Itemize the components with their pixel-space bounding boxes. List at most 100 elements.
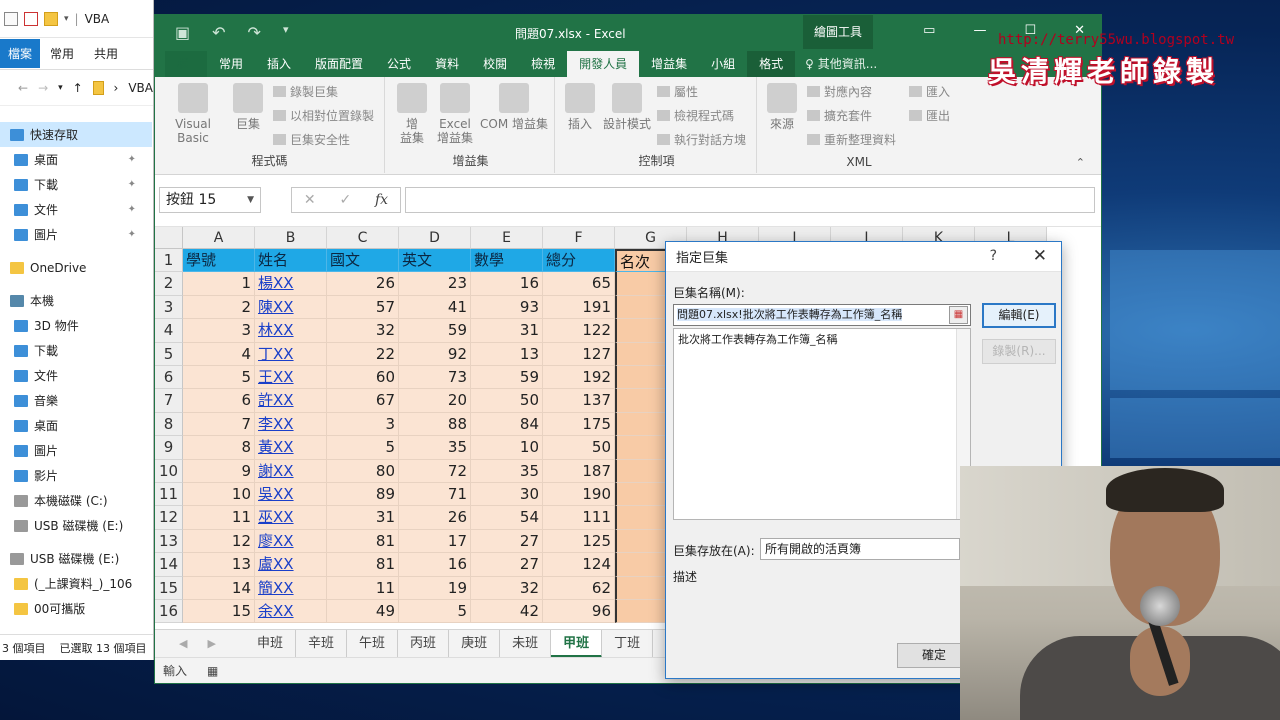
tab-view[interactable]: 檢視 — [519, 51, 567, 77]
table-cell[interactable]: 88 — [399, 412, 471, 437]
header-cell[interactable]: 姓名 — [255, 249, 327, 273]
name-box[interactable]: 按鈕 15 ▼ — [159, 187, 261, 213]
table-cell[interactable]: 15 — [183, 600, 255, 623]
name-hyperlink-cell[interactable]: 黃XX — [255, 436, 327, 460]
table-cell[interactable]: 73 — [399, 366, 471, 390]
visual-basic-button[interactable]: Visual Basic — [161, 83, 225, 145]
nav-item-documents-pc[interactable]: 文件 — [0, 363, 152, 388]
table-cell[interactable]: 30 — [471, 483, 543, 507]
new-folder-icon[interactable] — [44, 11, 58, 26]
sheet-tab[interactable]: 丙班 — [398, 629, 450, 658]
macro-security-button[interactable]: 巨集安全性 — [273, 131, 350, 148]
table-cell[interactable]: 80 — [327, 459, 399, 483]
sheet-tab-active[interactable]: 甲班 — [551, 629, 603, 658]
table-cell[interactable]: 50 — [543, 436, 615, 460]
tab-format[interactable]: 格式 — [747, 51, 796, 77]
sheet-tab[interactable]: 丁班 — [602, 629, 654, 658]
tab-home[interactable]: 常用 — [207, 51, 255, 77]
column-header[interactable]: A — [183, 227, 255, 249]
table-cell[interactable]: 65 — [543, 272, 615, 296]
table-cell[interactable]: 81 — [327, 529, 399, 554]
table-cell[interactable]: 187 — [543, 459, 615, 483]
properties-icon[interactable] — [4, 11, 18, 26]
table-cell[interactable]: 125 — [543, 529, 615, 554]
nav-item-3d-objects[interactable]: 3D 物件 — [0, 313, 152, 338]
table-cell[interactable]: 92 — [399, 342, 471, 366]
table-cell[interactable]: 41 — [399, 295, 471, 320]
list-item[interactable]: 批次將工作表轉存為工作簿_名稱 — [678, 331, 966, 347]
table-cell[interactable]: 12 — [183, 529, 255, 554]
table-cell[interactable]: 59 — [471, 366, 543, 390]
table-cell[interactable]: 27 — [471, 553, 543, 577]
macro-list[interactable]: 批次將工作表轉存為工作簿_名稱 — [673, 328, 971, 520]
name-hyperlink-cell[interactable]: 王XX — [255, 366, 327, 390]
nav-item-usb-e-root[interactable]: USB 磁碟機 (E:) — [0, 546, 152, 571]
export-button[interactable]: 匯出 — [909, 107, 950, 124]
macro-recording-icon[interactable]: ▦ — [207, 664, 218, 678]
table-cell[interactable]: 175 — [543, 412, 615, 437]
name-hyperlink-cell[interactable]: 陳XX — [255, 295, 327, 320]
nav-item-this-pc[interactable]: 本機 — [0, 288, 152, 313]
view-code-button[interactable]: 檢視程式碼 — [657, 107, 734, 124]
table-cell[interactable]: 96 — [543, 600, 615, 623]
table-cell[interactable]: 84 — [471, 412, 543, 437]
tab-addins[interactable]: 增益集 — [639, 51, 699, 77]
sheet-tab[interactable]: 辛班 — [296, 629, 348, 658]
table-cell[interactable]: 26 — [399, 506, 471, 530]
row-header[interactable]: 16 — [155, 600, 183, 623]
save-icon[interactable]: ▣ — [175, 23, 190, 42]
tab-review[interactable]: 校閱 — [471, 51, 519, 77]
row-header[interactable]: 4 — [155, 319, 183, 343]
up-arrow-icon[interactable]: ↑ — [73, 81, 83, 95]
chevron-down-icon[interactable]: ▾ — [58, 83, 63, 93]
expansion-packs-button[interactable]: 擴充套件 — [807, 107, 872, 124]
table-cell[interactable]: 32 — [327, 319, 399, 343]
nav-item-desktop-pc[interactable]: 桌面 — [0, 413, 152, 438]
column-header[interactable]: C — [327, 227, 399, 249]
table-cell[interactable]: 32 — [471, 576, 543, 600]
table-cell[interactable]: 31 — [471, 319, 543, 343]
table-cell[interactable]: 14 — [183, 576, 255, 600]
table-cell[interactable]: 4 — [183, 342, 255, 366]
cancel-icon[interactable]: ✕ — [304, 192, 316, 208]
header-cell[interactable]: 國文 — [327, 249, 399, 273]
row-header[interactable]: 8 — [155, 412, 183, 437]
record-button[interactable]: 錄製(R)... — [982, 339, 1056, 364]
table-cell[interactable]: 89 — [327, 483, 399, 507]
sheet-tab[interactable]: 申班 — [245, 629, 297, 658]
column-header[interactable]: B — [255, 227, 327, 249]
table-cell[interactable]: 6 — [183, 389, 255, 413]
store-in-select[interactable]: 所有開啟的活頁簿 — [760, 538, 960, 560]
properties-button[interactable]: 屬性 — [657, 83, 698, 100]
row-header[interactable]: 9 — [155, 436, 183, 460]
tab-insert[interactable]: 插入 — [255, 51, 303, 77]
table-cell[interactable]: 13 — [183, 553, 255, 577]
nav-item-usb-e[interactable]: USB 磁碟機 (E:) — [0, 513, 152, 538]
table-cell[interactable]: 62 — [543, 576, 615, 600]
explorer-tab-home[interactable]: 常用 — [40, 39, 84, 68]
table-cell[interactable]: 81 — [327, 553, 399, 577]
name-hyperlink-cell[interactable]: 謝XX — [255, 459, 327, 483]
nav-item-quick-access[interactable]: 快速存取 — [0, 122, 152, 147]
nav-item-pictures-pc[interactable]: 圖片 — [0, 438, 152, 463]
row-header[interactable]: 12 — [155, 506, 183, 530]
column-header[interactable]: D — [399, 227, 471, 249]
collapse-dialog-icon[interactable]: ▦ — [949, 306, 968, 324]
nav-item-class-materials[interactable]: (_上課資料_)_106 — [0, 571, 152, 596]
row-header[interactable]: 11 — [155, 483, 183, 507]
minimize-icon[interactable]: — — [973, 23, 986, 38]
table-cell[interactable]: 1 — [183, 272, 255, 296]
tab-data[interactable]: 資料 — [423, 51, 471, 77]
edit-button[interactable]: 編輯(E) — [982, 303, 1056, 328]
table-cell[interactable]: 111 — [543, 506, 615, 530]
row-header[interactable]: 13 — [155, 529, 183, 554]
enter-icon[interactable]: ✓ — [339, 192, 351, 208]
tell-me-search[interactable]: ♀ 其他資訊... — [805, 51, 877, 77]
table-cell[interactable]: 191 — [543, 295, 615, 320]
name-hyperlink-cell[interactable]: 林XX — [255, 319, 327, 343]
redo-icon[interactable]: ↷ — [248, 23, 261, 42]
table-cell[interactable]: 93 — [471, 295, 543, 320]
refresh-data-button[interactable]: 重新整理資料 — [807, 131, 896, 148]
name-hyperlink-cell[interactable]: 簡XX — [255, 576, 327, 600]
relative-reference-button[interactable]: 以相對位置錄製 — [273, 107, 374, 124]
